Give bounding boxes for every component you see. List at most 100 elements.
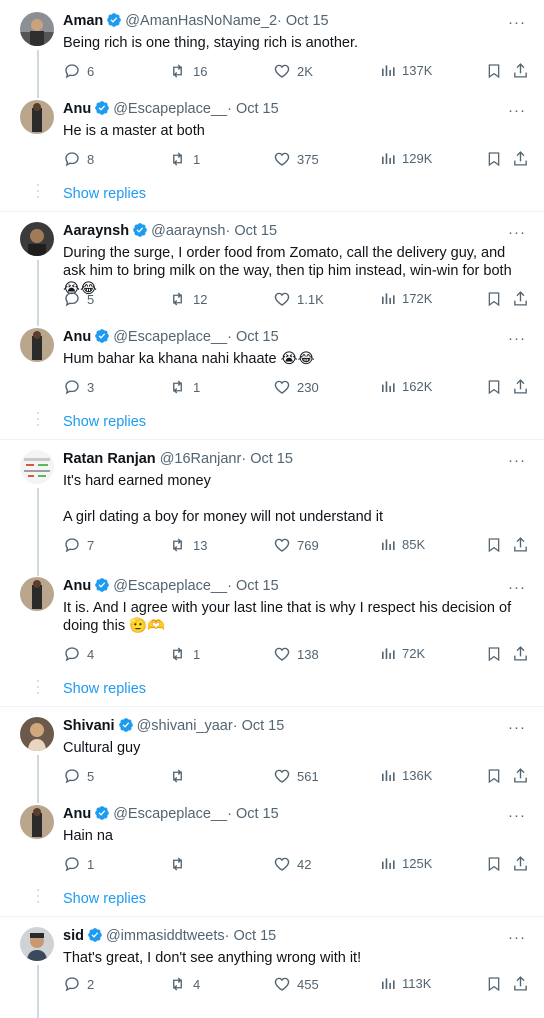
user-handle[interactable]: @AmanHasNoName_2 — [125, 13, 277, 29]
views-button[interactable]: 172K — [380, 290, 432, 306]
display-name[interactable]: Aaraynsh — [63, 223, 129, 239]
show-replies-link[interactable]: Show replies — [63, 681, 146, 697]
bookmark-button[interactable] — [486, 645, 502, 663]
display-name[interactable]: Anu — [63, 806, 91, 822]
views-button[interactable]: 72K — [380, 645, 425, 661]
like-button[interactable]: 2K — [273, 62, 313, 80]
more-options-icon[interactable]: ··· — [508, 452, 526, 469]
bookmark-button[interactable] — [486, 536, 502, 554]
retweet-button[interactable]: 13 — [168, 536, 207, 554]
retweet-button[interactable] — [168, 855, 193, 873]
views-button[interactable]: 85K — [380, 536, 425, 552]
timestamp[interactable]: Oct 15 — [236, 101, 279, 117]
bookmark-button[interactable] — [486, 62, 502, 80]
avatar[interactable] — [20, 717, 54, 751]
bookmark-button[interactable] — [486, 975, 502, 993]
like-button[interactable]: 455 — [273, 975, 319, 993]
share-button[interactable] — [512, 975, 529, 992]
share-button[interactable] — [512, 536, 529, 553]
user-handle[interactable]: @aaraynsh — [151, 223, 225, 239]
bookmark-button[interactable] — [486, 855, 502, 873]
user-handle[interactable]: @immasiddtweets — [106, 928, 225, 944]
reply-button[interactable]: 2 — [63, 975, 94, 993]
more-options-icon[interactable]: ··· — [508, 14, 526, 31]
share-button[interactable] — [512, 150, 529, 167]
display-name[interactable]: sid — [63, 928, 84, 944]
user-handle[interactable]: @Escapeplace__ — [113, 578, 227, 594]
more-options-icon[interactable]: ··· — [508, 330, 526, 347]
show-replies-link[interactable]: Show replies — [63, 414, 146, 430]
retweet-button[interactable]: 1 — [168, 150, 200, 168]
timestamp[interactable]: Oct 15 — [236, 806, 279, 822]
reply-button[interactable]: 5 — [63, 290, 94, 308]
avatar[interactable] — [20, 100, 54, 134]
views-button[interactable]: 162K — [380, 378, 432, 394]
reply-button[interactable]: 5 — [63, 767, 94, 785]
user-handle[interactable]: @16Ranjanr — [160, 451, 242, 467]
views-button[interactable]: 137K — [380, 62, 432, 78]
user-handle[interactable]: @shivani_yaar — [137, 718, 233, 734]
more-options-icon[interactable]: ··· — [508, 224, 526, 241]
views-button[interactable]: 129K — [380, 150, 432, 166]
share-button[interactable] — [512, 767, 529, 784]
views-button[interactable]: 113K — [380, 975, 431, 991]
timestamp[interactable]: Oct 15 — [286, 13, 329, 29]
retweet-button[interactable]: 16 — [168, 62, 207, 80]
avatar[interactable] — [20, 328, 54, 362]
like-button[interactable]: 769 — [273, 536, 319, 554]
like-button[interactable]: 561 — [273, 767, 319, 785]
avatar[interactable] — [20, 222, 54, 256]
avatar[interactable] — [20, 12, 54, 46]
more-options-icon[interactable]: ··· — [508, 719, 526, 736]
views-button[interactable]: 136K — [380, 767, 432, 783]
timestamp[interactable]: Oct 15 — [236, 578, 279, 594]
avatar[interactable] — [20, 805, 54, 839]
bookmark-button[interactable] — [486, 378, 502, 396]
like-button[interactable]: 1.1K — [273, 290, 324, 308]
reply-button[interactable]: 6 — [63, 62, 94, 80]
display-name[interactable]: Anu — [63, 101, 91, 117]
timestamp[interactable]: Oct 15 — [234, 928, 277, 944]
user-handle[interactable]: @Escapeplace__ — [113, 329, 227, 345]
display-name[interactable]: Anu — [63, 329, 91, 345]
share-button[interactable] — [512, 378, 529, 395]
more-options-icon[interactable]: ··· — [508, 807, 526, 824]
avatar[interactable] — [20, 450, 54, 484]
user-handle[interactable]: @Escapeplace__ — [113, 101, 227, 117]
retweet-button[interactable]: 1 — [168, 378, 200, 396]
display-name[interactable]: Aman — [63, 13, 103, 29]
reply-button[interactable]: 8 — [63, 150, 94, 168]
show-replies-link[interactable]: Show replies — [63, 186, 146, 202]
reply-button[interactable]: 1 — [63, 855, 94, 873]
retweet-button[interactable]: 4 — [168, 975, 200, 993]
like-button[interactable]: 375 — [273, 150, 319, 168]
bookmark-button[interactable] — [486, 290, 502, 308]
display-name[interactable]: Ratan Ranjan — [63, 451, 156, 467]
share-button[interactable] — [512, 645, 529, 662]
reply-button[interactable]: 3 — [63, 378, 94, 396]
avatar[interactable] — [20, 577, 54, 611]
share-button[interactable] — [512, 855, 529, 872]
like-button[interactable]: 42 — [273, 855, 311, 873]
display-name[interactable]: Anu — [63, 578, 91, 594]
timestamp[interactable]: Oct 15 — [250, 451, 293, 467]
user-handle[interactable]: @Escapeplace__ — [113, 806, 227, 822]
like-button[interactable]: 230 — [273, 378, 319, 396]
timestamp[interactable]: Oct 15 — [234, 223, 277, 239]
retweet-button[interactable]: 1 — [168, 645, 200, 663]
timestamp[interactable]: Oct 15 — [236, 329, 279, 345]
reply-button[interactable]: 7 — [63, 536, 94, 554]
like-button[interactable]: 138 — [273, 645, 319, 663]
views-button[interactable]: 125K — [380, 855, 432, 871]
timestamp[interactable]: Oct 15 — [242, 718, 285, 734]
share-button[interactable] — [512, 290, 529, 307]
display-name[interactable]: Shivani — [63, 718, 115, 734]
bookmark-button[interactable] — [486, 767, 502, 785]
show-replies-link[interactable]: Show replies — [63, 891, 146, 907]
more-options-icon[interactable]: ··· — [508, 102, 526, 119]
more-options-icon[interactable]: ··· — [508, 579, 526, 596]
reply-button[interactable]: 4 — [63, 645, 94, 663]
avatar[interactable] — [20, 927, 54, 961]
retweet-button[interactable] — [168, 767, 193, 785]
retweet-button[interactable]: 12 — [168, 290, 207, 308]
